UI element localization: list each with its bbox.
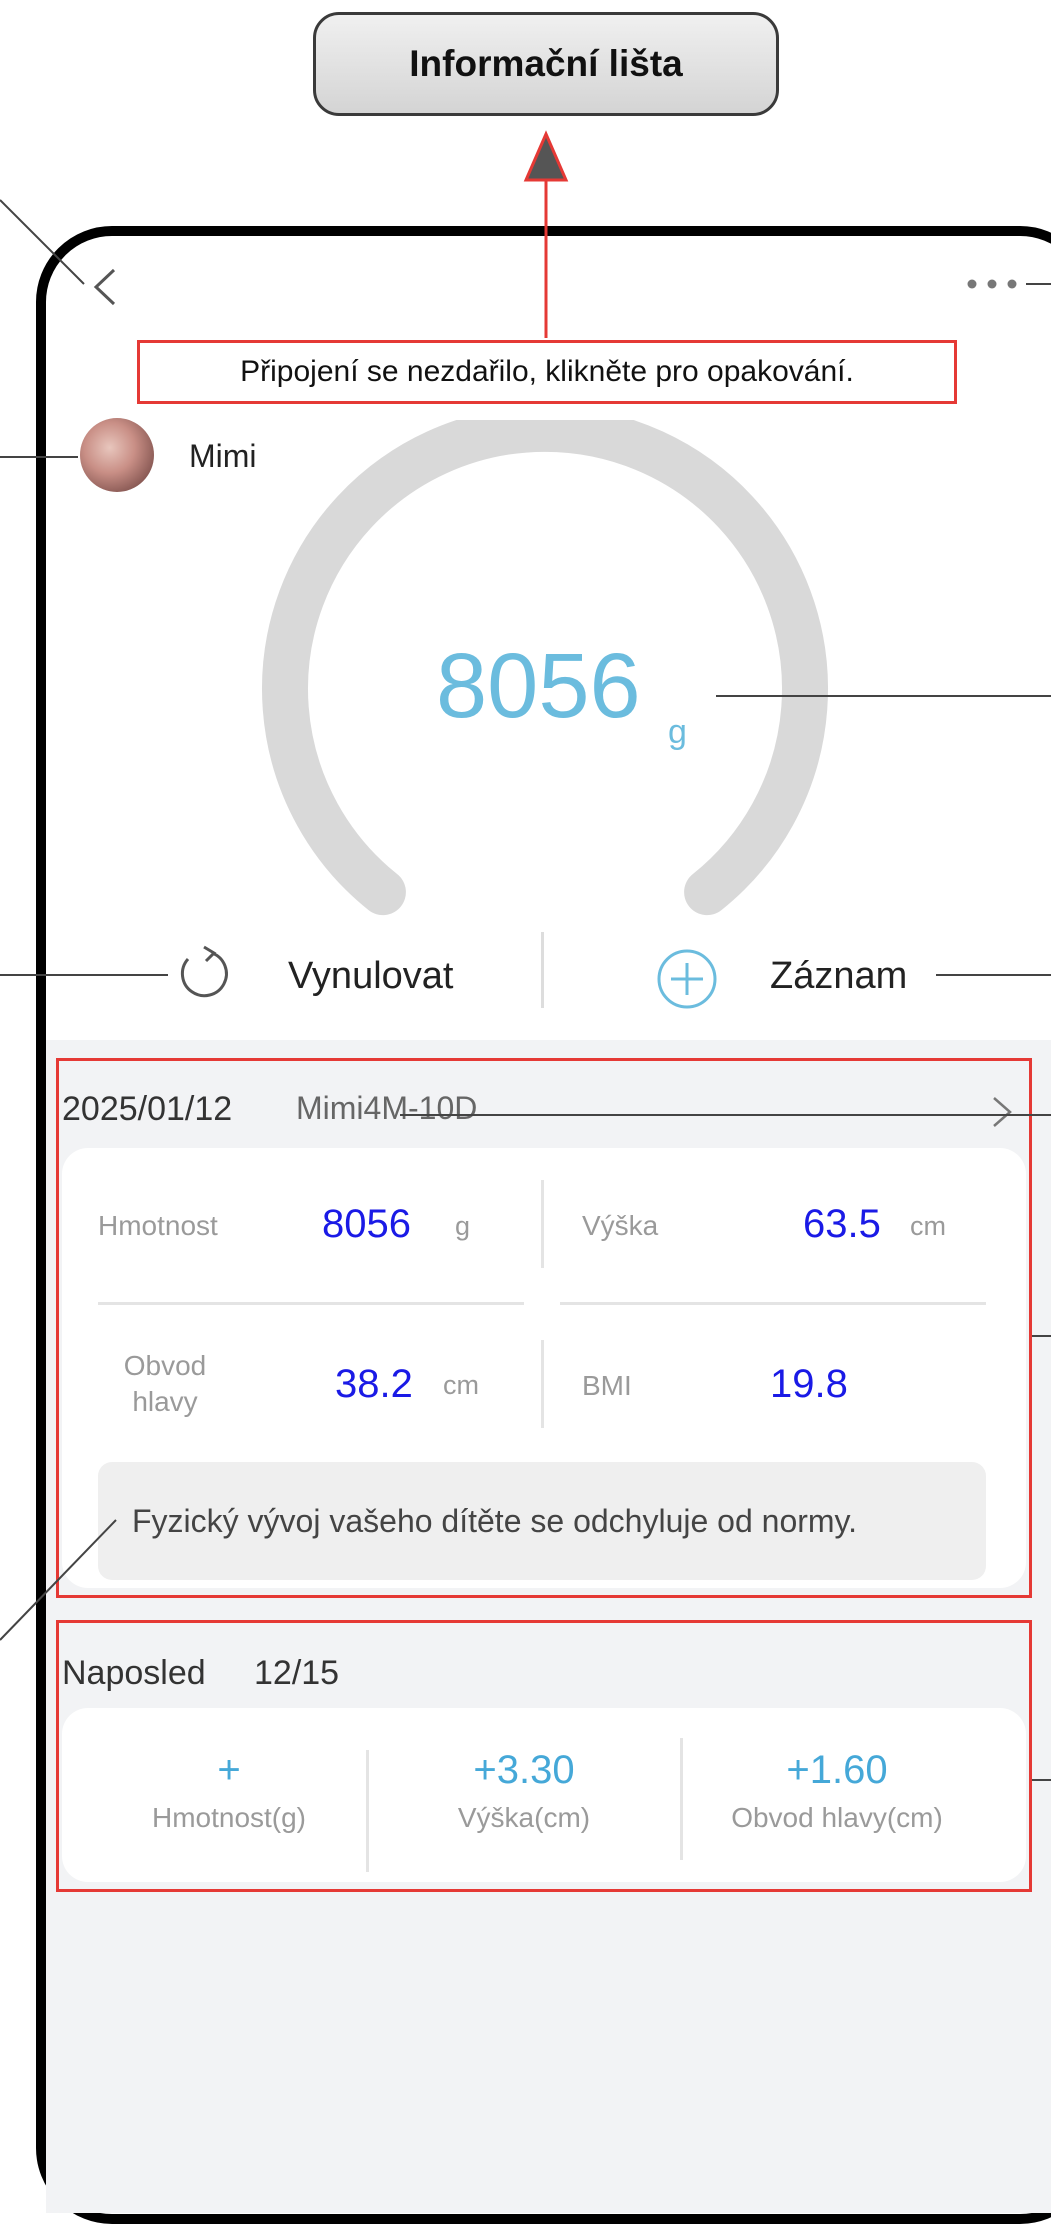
- last-change-label: Naposled: [62, 1654, 206, 1692]
- reset-button[interactable]: Vynulovat: [288, 955, 453, 998]
- record-button[interactable]: Záznam: [770, 955, 907, 998]
- head-value: 38.2: [335, 1362, 413, 1406]
- development-note: Fyzický vývoj vašeho dítěte se odchyluje…: [98, 1462, 986, 1580]
- avatar[interactable]: [80, 418, 154, 492]
- height-value: 63.5: [803, 1202, 881, 1246]
- more-horizontal-icon[interactable]: [964, 272, 1024, 296]
- connection-error-bar[interactable]: Připojení se nezdařilo, klikněte pro opa…: [137, 340, 957, 404]
- height-unit-label: cm: [910, 1211, 946, 1241]
- weight-label: Hmotnost: [98, 1210, 218, 1241]
- head-delta: +1.60: [786, 1748, 888, 1792]
- metric-divider: [98, 1302, 524, 1305]
- action-divider: [541, 932, 544, 1008]
- weight-unit: g: [668, 713, 687, 751]
- height-delta: +3.30: [473, 1748, 575, 1792]
- head-label-line1: Obvod: [123, 1350, 207, 1381]
- head-unit-label: cm: [443, 1370, 479, 1400]
- height-delta-label: Výška(cm): [457, 1802, 591, 1833]
- add-circle-icon[interactable]: [655, 947, 719, 1011]
- metric-divider: [541, 1340, 544, 1428]
- metric-divider: [560, 1302, 986, 1305]
- arrow-up-icon: [523, 130, 569, 182]
- chevron-left-icon[interactable]: [86, 262, 126, 312]
- weight-delta: +: [217, 1748, 241, 1792]
- weight-unit-label: g: [455, 1211, 471, 1241]
- record-date: 2025/01/12: [62, 1090, 233, 1128]
- head-label-line2: hlavy: [132, 1386, 198, 1417]
- weight-delta-label: Hmotnost(g): [151, 1802, 307, 1833]
- bmi-label: BMI: [582, 1370, 632, 1401]
- metric-divider: [541, 1180, 544, 1268]
- chevron-right-icon[interactable]: [990, 1092, 1014, 1132]
- weight-reading: 8056: [436, 635, 641, 737]
- head-delta-label: Obvod hlavy(cm): [731, 1802, 943, 1833]
- info-bar-callout: Informační lišta: [313, 12, 779, 116]
- last-change-date: 12/15: [254, 1654, 340, 1692]
- weight-value: 8056: [322, 1202, 411, 1246]
- bmi-value: 19.8: [770, 1362, 848, 1406]
- height-label: Výška: [582, 1210, 659, 1241]
- profile-name: Mimi: [189, 438, 257, 474]
- reset-icon[interactable]: [176, 945, 232, 1001]
- record-subject: Mimi4M-10D: [296, 1090, 478, 1126]
